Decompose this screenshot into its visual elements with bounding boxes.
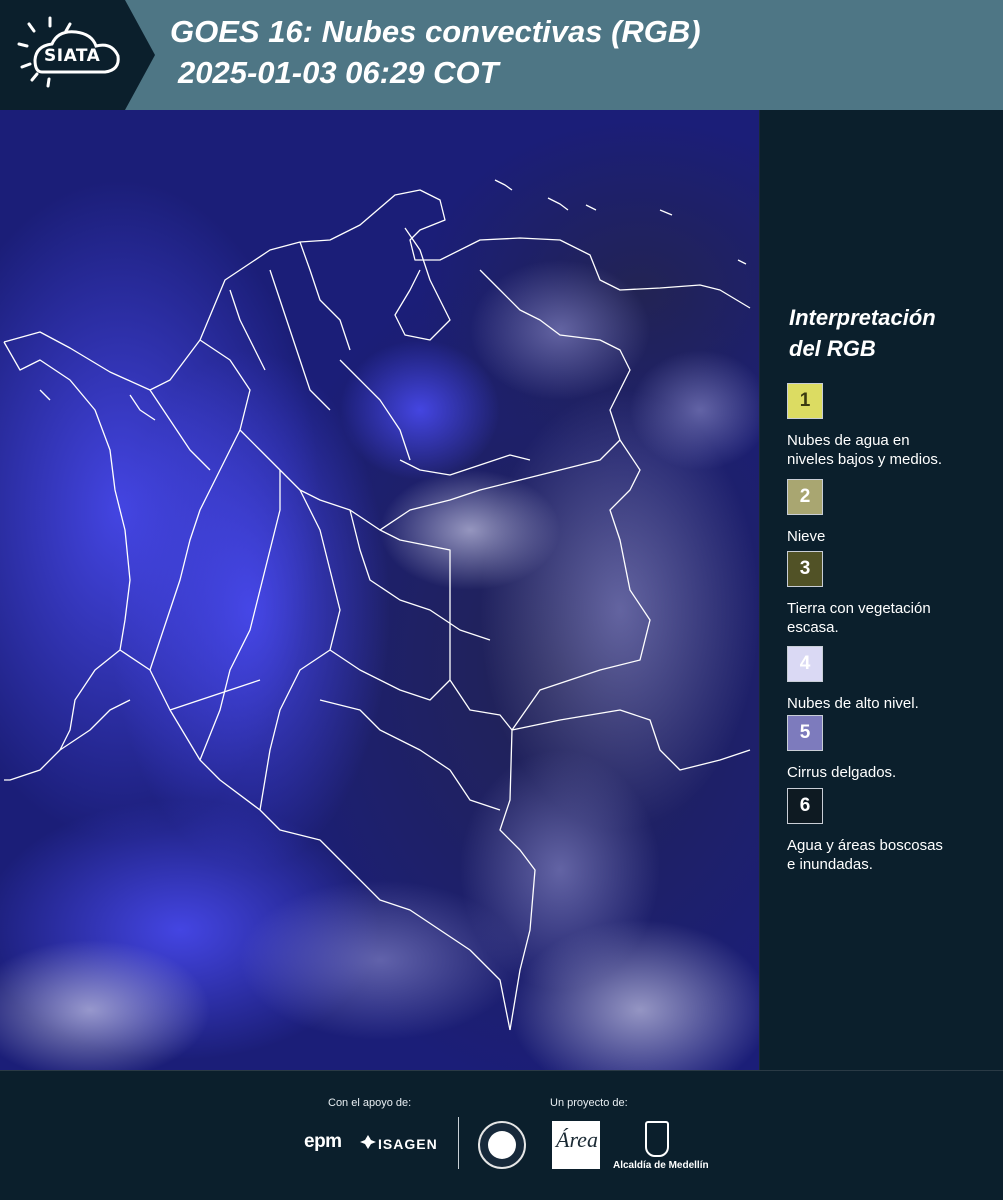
legend-label-6-line1: Agua y áreas boscosas [787,837,943,854]
legend-item-1: 1 Nubes de agua en niveles bajos y medio… [787,383,997,469]
legend-label-4-line1: Nubes de alto nivel. [787,695,919,712]
legend-label-3-line2: escasa. [787,619,839,636]
legend-label-6-line2: e inundadas. [787,856,873,873]
page-timestamp: 2025-01-03 06:29 COT [178,55,499,90]
legend-title-line2: del RGB [789,336,876,361]
satellite-map [0,110,760,1070]
legend-item-4: 4 Nubes de alto nivel. [787,646,997,713]
legend-swatch-6: 6 [787,788,823,824]
legend-swatch-4: 4 [787,646,823,682]
legend-label-5: Cirrus delgados. [787,763,997,782]
isagen-icon [360,1134,376,1155]
legend-swatch-3: 3 [787,551,823,587]
legend-label-3-line1: Tierra con vegetación [787,600,931,617]
legend-label-4: Nubes de alto nivel. [787,694,997,713]
logo-text: SIATA [44,46,101,66]
footer: Con el apoyo de: Un proyecto de: epm ISA… [0,1070,1003,1200]
legend-item-6: 6 Agua y áreas boscosas e inundadas. [787,788,997,874]
legend-label-6: Agua y áreas boscosas e inundadas. [787,836,997,874]
legend-swatch-2: 2 [787,479,823,515]
legend-label-5-line1: Cirrus delgados. [787,764,897,781]
alcaldia-shield-icon [645,1121,669,1157]
legend-label-1-line2: niveles bajos y medios. [787,451,943,468]
rgb-legend: Interpretación del RGB 1 Nubes de agua e… [760,110,1003,1070]
legend-item-5: 5 Cirrus delgados. [787,715,997,782]
legend-title-line1: Interpretación [789,305,936,330]
legend-label-1-line1: Nubes de agua en [787,432,910,449]
legend-swatch-1: 1 [787,383,823,419]
header-bar: SIATA GOES 16: Nubes convectivas (RGB) 2… [0,0,1003,110]
legend-item-3: 3 Tierra con vegetación escasa. [787,551,997,637]
area-logo-script: Área [556,1127,598,1152]
footer-divider [458,1117,459,1169]
legend-title: Interpretación del RGB [789,302,999,364]
alcaldia-logo-text: Alcaldía de Medellín [613,1160,709,1171]
project-label: Un proyecto de: [550,1097,628,1109]
legend-label-2-line1: Nieve [787,528,826,545]
legend-label-1: Nubes de agua en niveles bajos y medios. [787,431,997,469]
support-label: Con el apoyo de: [328,1097,412,1109]
area-metropolitana-logo: Área [552,1121,600,1169]
siata-logo: SIATA [0,0,155,110]
legend-item-2: 2 Nieve [787,479,997,546]
legend-swatch-5: 5 [787,715,823,751]
epm-logo: epm [304,1131,342,1152]
isagen-logo: ISAGEN [378,1136,438,1152]
seal-inner-icon [488,1131,516,1159]
medellin-seal-logo [478,1121,526,1169]
legend-label-2: Nieve [787,527,997,546]
legend-label-3: Tierra con vegetación escasa. [787,599,997,637]
page-title: GOES 16: Nubes convectivas (RGB) [170,14,701,49]
